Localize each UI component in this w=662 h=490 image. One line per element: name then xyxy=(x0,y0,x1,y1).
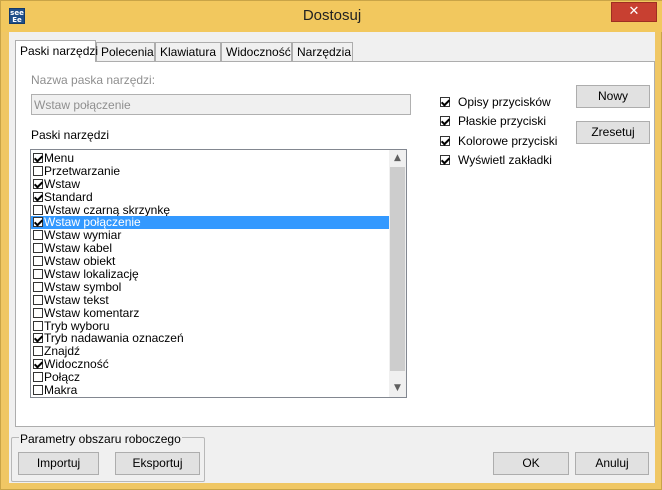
scroll-up-icon[interactable]: ▲ xyxy=(389,150,406,167)
list-item-label: Przetwarzanie xyxy=(44,163,121,178)
list-item-label: Menu xyxy=(44,151,75,165)
tab-toolbars[interactable]: Paski narzędzi xyxy=(15,40,98,62)
option-button-descriptions[interactable]: Opisy przycisków xyxy=(440,96,551,110)
list-item-label: Wstaw tekst xyxy=(44,292,109,307)
checkbox[interactable] xyxy=(33,307,43,318)
list-item-label: Wstaw komentarz xyxy=(44,305,140,320)
checkbox[interactable] xyxy=(33,230,43,241)
checkbox[interactable] xyxy=(33,191,43,202)
list-item-label: Widoczność xyxy=(44,357,109,372)
list-item[interactable]: Makra xyxy=(31,384,391,397)
checkbox[interactable] xyxy=(33,204,43,215)
toolbars-list-items: Menu Przetwarzanie Wstaw Standard Wstaw czar… xyxy=(31,152,391,397)
tab-tools[interactable]: Narzędzia xyxy=(292,42,353,61)
list-item-label: Wstaw lokalizację xyxy=(44,267,139,282)
new-button[interactable]: Nowy xyxy=(576,85,650,108)
close-icon: ✕ xyxy=(628,4,640,19)
option-label: Wyświetl zakładki xyxy=(458,153,552,167)
tab-keyboard[interactable]: Klawiatura xyxy=(155,42,221,61)
list-item-label: Wstaw połączenie xyxy=(44,215,141,230)
list-item-label: Tryb wyboru xyxy=(44,318,110,333)
checkbox[interactable] xyxy=(440,155,450,165)
toolbar-name-input[interactable] xyxy=(31,94,411,115)
list-item-label: Znajdź xyxy=(44,344,81,359)
list-item[interactable]: Widoczność xyxy=(31,358,391,371)
list-item[interactable]: Połącz xyxy=(31,371,391,384)
title-bar[interactable]: see Ee Dostosuj ✕ xyxy=(1,1,662,32)
dialog-window: see Ee Dostosuj ✕ Paski narzędzi Polecen… xyxy=(0,0,662,490)
checkbox[interactable] xyxy=(33,385,43,396)
tab-visibility[interactable]: Widoczność xyxy=(221,42,292,61)
checkbox[interactable] xyxy=(440,136,450,146)
ok-button[interactable]: OK xyxy=(493,452,569,475)
checkbox[interactable] xyxy=(33,256,43,267)
list-item-label: Makra xyxy=(44,383,78,398)
dialog-client-area: Paski narzędzi Polecenia Klawiatura Wido… xyxy=(9,32,655,483)
scroll-down-icon[interactable]: ▼ xyxy=(389,380,406,397)
checkbox[interactable] xyxy=(33,320,43,331)
export-button[interactable]: Eksportuj xyxy=(115,452,200,475)
reset-button[interactable]: Zresetuj xyxy=(576,121,650,144)
list-item-label: Wstaw xyxy=(44,176,80,191)
import-button[interactable]: Importuj xyxy=(18,452,99,475)
checkbox[interactable] xyxy=(440,116,450,126)
list-item-label: Wstaw wymiar xyxy=(44,228,122,243)
toolbar-name-label: Nazwa paska narzędzi: xyxy=(31,73,156,87)
list-item-label: Standard xyxy=(44,189,93,204)
option-label: Kolorowe przyciski xyxy=(458,134,558,148)
option-label: Płaskie przyciski xyxy=(458,114,547,128)
toolbars-list-label: Paski narzędzi xyxy=(31,128,110,142)
option-label: Opisy przycisków xyxy=(458,95,551,109)
checkbox[interactable] xyxy=(440,97,450,107)
checkbox[interactable] xyxy=(33,281,43,292)
list-item-label: Tryb nadawania oznaczeń xyxy=(44,331,184,346)
checkbox[interactable] xyxy=(33,372,43,383)
list-item-label: Wstaw symbol xyxy=(44,279,122,294)
close-button[interactable]: ✕ xyxy=(611,2,657,22)
scroll-thumb[interactable] xyxy=(390,167,405,371)
tab-commands[interactable]: Polecenia xyxy=(96,42,155,61)
cancel-button[interactable]: Anuluj xyxy=(575,452,649,475)
checkbox[interactable] xyxy=(33,153,43,163)
checkbox[interactable] xyxy=(33,217,43,228)
list-item-label: Wstaw obiekt xyxy=(44,254,116,269)
window-title: Dostosuj xyxy=(302,7,362,24)
checkbox[interactable] xyxy=(33,165,43,176)
list-item[interactable]: Tryb nadawania oznaczeń xyxy=(31,332,391,345)
checkbox[interactable] xyxy=(33,333,43,344)
checkbox[interactable] xyxy=(33,269,43,280)
option-show-tabs[interactable]: Wyświetl zakładki xyxy=(440,154,552,168)
option-colored-buttons[interactable]: Kolorowe przyciski xyxy=(440,135,557,149)
list-item-label: Wstaw kabel xyxy=(44,241,113,256)
listbox-scrollbar[interactable]: ▲ ▼ xyxy=(389,150,406,397)
checkbox[interactable] xyxy=(33,346,43,357)
toolbars-listbox[interactable]: Menu Przetwarzanie Wstaw Standard Wstaw czar… xyxy=(30,149,407,398)
checkbox[interactable] xyxy=(33,359,43,370)
list-item[interactable]: Przetwarzanie xyxy=(31,163,391,178)
checkbox[interactable] xyxy=(33,294,43,305)
list-item-label: Połącz xyxy=(44,370,81,385)
option-flat-buttons[interactable]: Płaskie przyciski xyxy=(440,115,546,129)
checkbox[interactable] xyxy=(33,243,43,254)
workspace-params-label: Parametry obszaru roboczego xyxy=(19,432,182,446)
checkbox[interactable] xyxy=(33,178,43,189)
list-item-label: Wstaw czarną skrzynkę xyxy=(44,202,171,217)
